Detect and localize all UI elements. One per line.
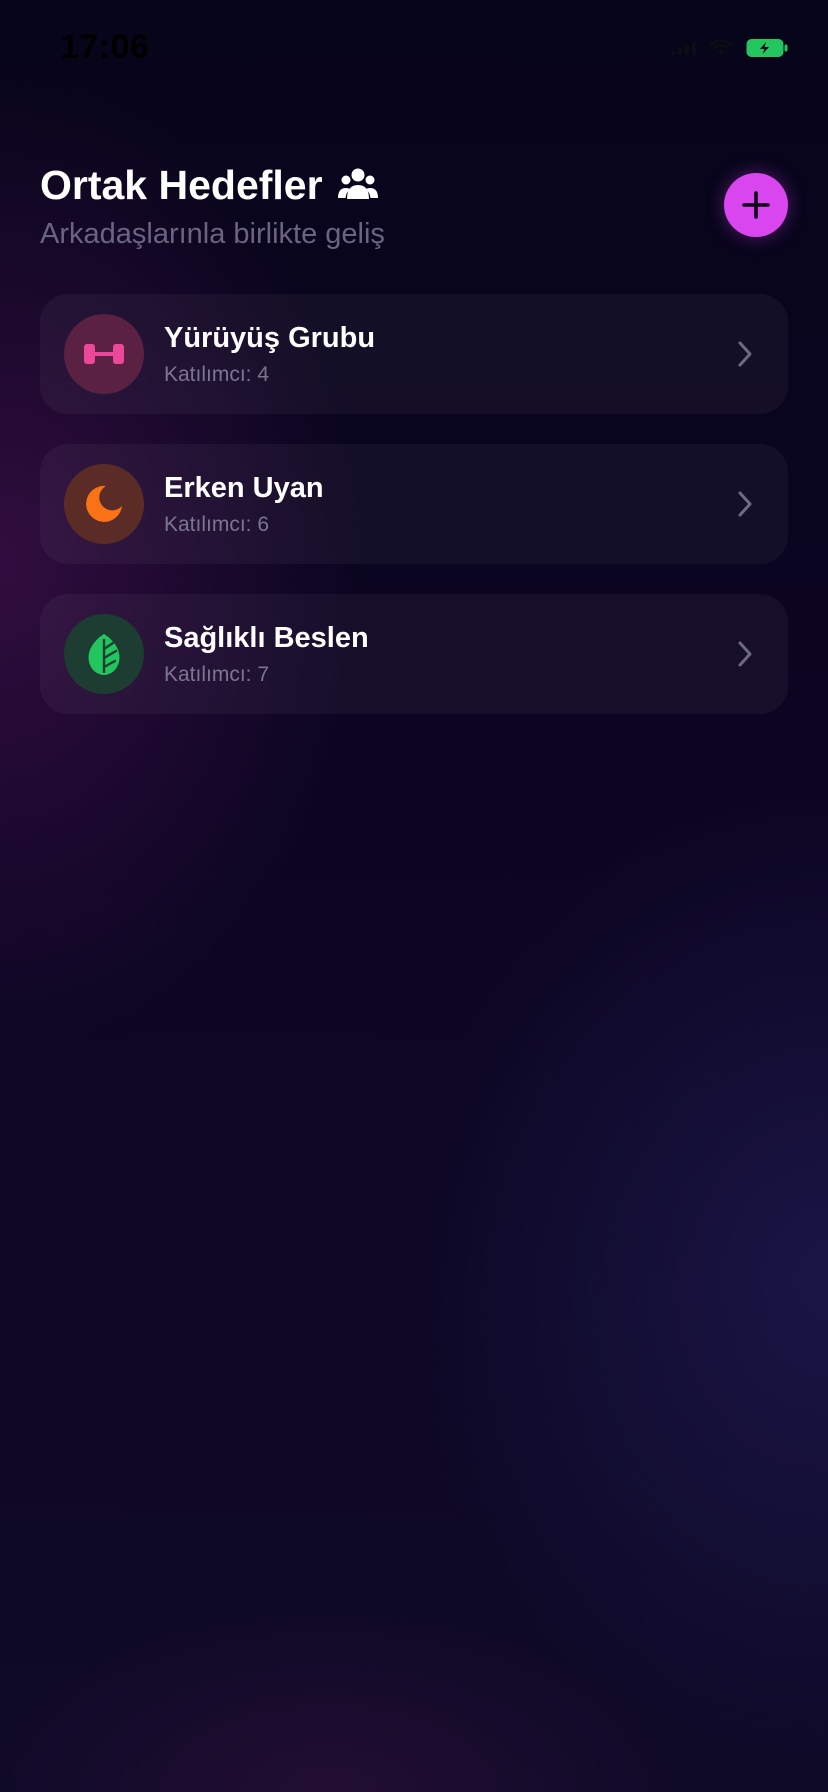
leaf-icon bbox=[88, 634, 120, 675]
title-row: Ortak Hedefler bbox=[40, 160, 788, 210]
goal-icon-badge bbox=[64, 614, 144, 694]
goal-participants: Katılımcı: 7 bbox=[164, 663, 270, 686]
goal-name: Sağlıklı Beslen bbox=[164, 622, 369, 654]
goal-text: Yürüyüş Grubu Katılımcı: 4 bbox=[164, 320, 732, 388]
page-title: Ortak Hedefler bbox=[40, 162, 323, 208]
add-goal-button[interactable] bbox=[724, 173, 788, 237]
dumbbell-icon bbox=[84, 344, 124, 364]
goal-participants: Katılımcı: 6 bbox=[164, 513, 270, 536]
chevron-right-icon bbox=[732, 639, 758, 669]
people-icon bbox=[337, 167, 379, 203]
goal-card-erken-uyan[interactable]: Erken Uyan Katılımcı: 6 bbox=[40, 444, 788, 564]
goal-card-yuruyus-grubu[interactable]: Yürüyüş Grubu Katılımcı: 4 bbox=[40, 294, 788, 414]
page-subtitle: Arkadaşlarınla birlikte geliş bbox=[40, 218, 385, 250]
battery-icon bbox=[746, 38, 788, 58]
moon-icon bbox=[86, 485, 122, 522]
goal-name: Yürüyüş Grubu bbox=[164, 322, 376, 354]
goal-icon-badge bbox=[64, 314, 144, 394]
chevron-right-icon bbox=[732, 339, 758, 369]
goal-text: Sağlıklı Beslen Katılımcı: 7 bbox=[164, 620, 732, 688]
plus-icon bbox=[742, 191, 770, 219]
goal-list: Yürüyüş Grubu Katılımcı: 4 Erken Uyan Ka… bbox=[40, 294, 788, 744]
status-bar: 17:06 bbox=[0, 0, 828, 100]
goal-name: Erken Uyan bbox=[164, 472, 324, 504]
status-indicators bbox=[671, 38, 788, 58]
wifi-icon bbox=[710, 40, 732, 56]
goal-text: Erken Uyan Katılımcı: 6 bbox=[164, 470, 732, 538]
goal-icon-badge bbox=[64, 464, 144, 544]
header: Ortak Hedefler Arkadaşlarınla birlikte g… bbox=[40, 160, 788, 260]
goal-card-saglikli-beslen[interactable]: Sağlıklı Beslen Katılımcı: 7 bbox=[40, 594, 788, 714]
signal-icon bbox=[671, 41, 696, 55]
chevron-right-icon bbox=[732, 489, 758, 519]
goal-participants: Katılımcı: 4 bbox=[164, 363, 270, 386]
status-time: 17:06 bbox=[60, 28, 150, 66]
